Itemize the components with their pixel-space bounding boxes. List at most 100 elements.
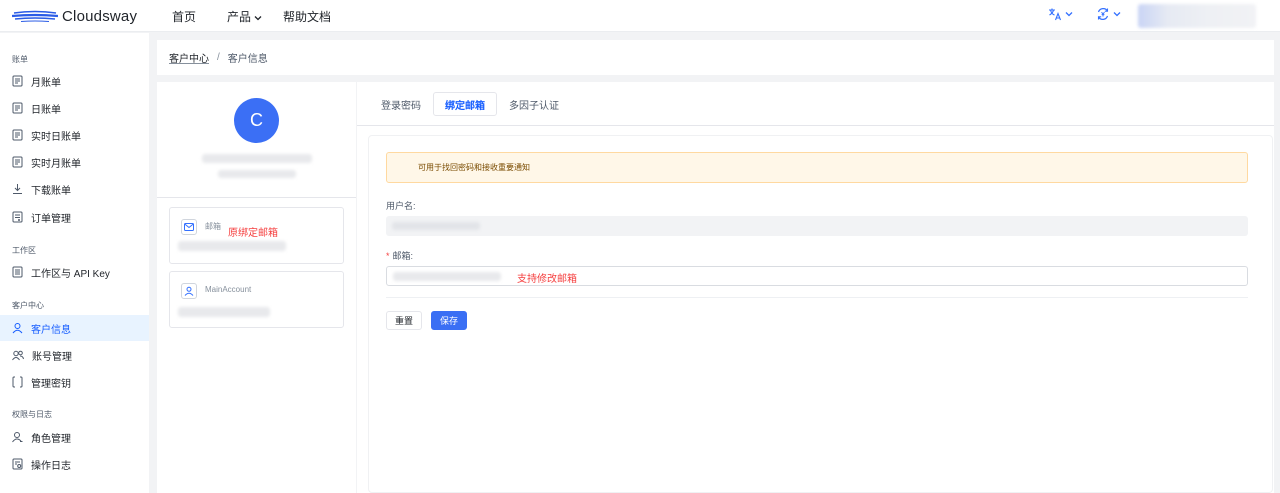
sidebar-item-label: 客户信息 (31, 324, 71, 336)
chevron-down-icon (1065, 12, 1073, 17)
sidebar-item-label: 账号管理 (32, 351, 72, 363)
notice-text: 可用于找回密码和接收重要通知 (418, 163, 530, 172)
sidebar-item-label: 订单管理 (31, 213, 71, 225)
email-input-annotation: 支持修改邮箱 (517, 274, 577, 285)
redacted-email-value (393, 272, 501, 281)
tab-mfa[interactable]: 多因子认证 (509, 92, 559, 116)
sidebar-item-label: 日账单 (31, 104, 61, 116)
chevron-down-icon (254, 10, 262, 24)
sidebar-item-daily-bill[interactable]: 日账单 (0, 95, 149, 121)
sidebar-item-manage-keys[interactable]: 管理密钥 (0, 369, 149, 395)
nav-home-label: 首页 (172, 10, 197, 24)
order-icon (12, 211, 23, 223)
sidebar-item-monthly-bill[interactable]: 月账单 (0, 68, 149, 94)
redacted-id (218, 170, 296, 178)
tab-bind-email[interactable]: 绑定邮箱 (433, 92, 497, 116)
bind-email-form: 可用于找回密码和接收重要通知 用户名: * 邮箱: 支持修改邮箱 重置 保存 (368, 135, 1273, 493)
brand-name: Cloudsway (62, 7, 138, 25)
sidebar-item-label: 实时月账单 (31, 158, 81, 170)
nav-help-docs-label: 帮助文档 (283, 10, 332, 24)
tab-label: 绑定邮箱 (445, 100, 485, 112)
download-icon (13, 184, 22, 194)
key-icon (12, 376, 23, 388)
info-notice: 可用于找回密码和接收重要通知 (386, 152, 1248, 183)
sidebar-item-realtime-monthly-bill[interactable]: 实时月账单 (0, 149, 149, 175)
nav-home[interactable]: 首页 (172, 8, 196, 25)
sidebar-group-permissions-logs: 权限与日志 (12, 410, 52, 419)
bill-icon (12, 102, 23, 114)
user-icon (12, 323, 23, 334)
sidebar-item-label: 工作区与 API Key (31, 268, 110, 280)
currency-icon (1097, 8, 1109, 20)
sidebar-item-label: 操作日志 (31, 460, 71, 472)
nav-products[interactable]: 产品 (227, 8, 262, 25)
sidebar-item-label: 下载账单 (31, 185, 71, 197)
bill-icon (12, 75, 23, 87)
sidebar-item-role-management[interactable]: 角色管理 (0, 424, 149, 450)
sidebar-item-download-bill[interactable]: 下载账单 (0, 176, 149, 202)
mail-icon-box (181, 219, 197, 235)
sidebar-item-label: 月账单 (31, 77, 61, 89)
form-divider (386, 297, 1248, 298)
bill-icon (12, 129, 23, 141)
profile-panel: C 邮箱 原绑定邮箱 MainAccount (157, 82, 356, 493)
log-icon (12, 458, 23, 470)
redacted-name (202, 154, 312, 163)
username-field (386, 216, 1248, 236)
redacted-email (178, 241, 286, 251)
sidebar-group-billing: 账单 (12, 55, 28, 64)
sidebar-item-realtime-daily-bill[interactable]: 实时日账单 (0, 122, 149, 148)
chevron-down-icon (1113, 12, 1121, 17)
tab-login-password[interactable]: 登录密码 (381, 92, 421, 116)
user-icon (184, 286, 194, 296)
mail-icon (184, 223, 194, 231)
sidebar-group-workspace: 工作区 (12, 246, 36, 255)
nav-help-docs[interactable]: 帮助文档 (283, 8, 331, 25)
account-card-label: MainAccount (205, 285, 252, 294)
breadcrumb-customer-center[interactable]: 客户中心 (169, 50, 209, 65)
sidebar-item-workspace-api-key[interactable]: 工作区与 API Key (0, 259, 149, 285)
tab-bar: 登录密码 绑定邮箱 多因子认证 (357, 82, 1274, 126)
profile-summary: C (157, 82, 356, 198)
reset-button[interactable]: 重置 (386, 311, 422, 330)
tab-label: 登录密码 (381, 100, 421, 112)
top-bar: Cloudsway 首页 产品 帮助文档 (0, 0, 1280, 32)
breadcrumb: 客户中心 / 客户信息 (157, 40, 1274, 75)
breadcrumb-separator: / (217, 52, 220, 63)
translate-icon (1049, 8, 1062, 21)
redacted-username (392, 222, 480, 230)
role-icon (12, 432, 23, 443)
sidebar-item-label: 管理密钥 (31, 378, 71, 390)
username-label-text: 用户名: (386, 201, 416, 211)
bill-icon (12, 156, 23, 168)
email-input[interactable]: 支持修改邮箱 (386, 266, 1248, 286)
required-mark: * (386, 251, 390, 261)
email-card: 邮箱 原绑定邮箱 (169, 207, 344, 264)
username-label: 用户名: (386, 199, 416, 212)
redacted-account (178, 307, 270, 317)
nav-products-label: 产品 (227, 10, 252, 24)
account-card: MainAccount (169, 271, 344, 328)
main-panel: 登录密码 绑定邮箱 多因子认证 可用于找回密码和接收重要通知 用户名: * 邮箱:… (357, 82, 1274, 493)
avatar: C (234, 98, 279, 143)
language-switch[interactable] (1048, 7, 1073, 21)
sidebar-item-account-management[interactable]: 账号管理 (0, 342, 149, 368)
tab-label: 多因子认证 (509, 100, 559, 112)
sidebar-item-operation-log[interactable]: 操作日志 (0, 451, 149, 477)
email-label-text: 邮箱: (392, 251, 414, 261)
currency-switch[interactable] (1096, 7, 1121, 21)
workspace-icon (12, 266, 23, 278)
sidebar-item-customer-info[interactable]: 客户信息 (0, 315, 149, 341)
email-label: * 邮箱: (386, 249, 413, 262)
brand-logo[interactable]: Cloudsway (12, 6, 137, 26)
sidebar: 账单 月账单 日账单 实时日账单 实时月账单 下载账单 订单管理 工作区 工作区… (0, 33, 149, 493)
breadcrumb-current: 客户信息 (227, 54, 268, 65)
sidebar-group-customer-center: 客户中心 (12, 301, 44, 310)
logo-icon (12, 10, 58, 23)
save-button[interactable]: 保存 (431, 311, 467, 330)
email-card-annotation: 原绑定邮箱 (228, 228, 278, 239)
sidebar-item-order-management[interactable]: 订单管理 (0, 204, 149, 230)
user-menu[interactable] (1138, 4, 1256, 28)
email-card-label: 邮箱 (205, 222, 221, 231)
sidebar-item-label: 实时日账单 (31, 131, 81, 143)
